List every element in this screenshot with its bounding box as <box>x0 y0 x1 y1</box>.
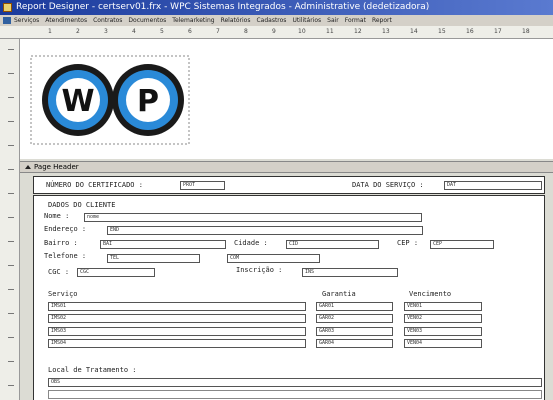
menu-item-cadastros[interactable]: Cadastros <box>256 17 286 24</box>
menu-item-relatorios[interactable]: Relatórios <box>221 17 251 24</box>
certificate-box: NÚMERO DO CERTIFICADO : PROT DATA DO SER… <box>33 176 545 194</box>
title-bar: Report Designer - certserv01.frx - WPC S… <box>0 0 553 15</box>
treatment-field-line[interactable] <box>48 390 542 399</box>
menu-item-telemarketing[interactable]: Telemarketing <box>172 17 214 24</box>
menu-item-sair[interactable]: Sair <box>327 17 339 24</box>
ruler-label: 17 <box>494 28 502 35</box>
vencimento-field[interactable]: VEN02 <box>404 314 482 323</box>
service-date-label: DATA DO SERVIÇO : <box>352 181 424 189</box>
certificate-number-field[interactable]: PROT <box>180 181 225 190</box>
cidade-field[interactable]: CID <box>286 240 379 249</box>
app-icon <box>3 3 12 12</box>
logo-letter-p: P <box>137 84 159 119</box>
cep-label: CEP : <box>397 239 419 247</box>
vencimento-field[interactable]: VEN01 <box>404 302 482 311</box>
servico-field[interactable]: IMS01 <box>48 302 306 311</box>
menu-item-report[interactable]: Report <box>372 17 392 24</box>
endereco-field[interactable]: END <box>107 226 423 235</box>
ruler-label: 2 <box>76 28 80 35</box>
garantia-field[interactable]: GAR02 <box>316 314 393 323</box>
telefone-field[interactable]: TEL <box>107 254 200 263</box>
ruler-label: 16 <box>466 28 474 35</box>
treatment-field[interactable]: OBS <box>48 378 542 387</box>
vertical-ruler <box>0 39 20 400</box>
logo-letter-w: W <box>61 84 94 119</box>
ruler-label: 6 <box>188 28 192 35</box>
servico-header: Serviço <box>48 290 78 298</box>
ruler-label: 9 <box>272 28 276 35</box>
ruler-label: 18 <box>522 28 530 35</box>
servico-field[interactable]: IMS03 <box>48 327 306 336</box>
wpc-logo[interactable]: W P <box>30 55 190 145</box>
servico-field[interactable]: IMS04 <box>48 339 306 348</box>
cgc-field[interactable]: CGC <box>77 268 155 277</box>
menu-item-atendimentos[interactable]: Atendimentos <box>45 17 87 24</box>
ruler-label: 4 <box>132 28 136 35</box>
vencimento-field[interactable]: VEN04 <box>404 339 482 348</box>
ruler-label: 13 <box>382 28 390 35</box>
nome-field[interactable]: nome <box>84 213 422 222</box>
menu-bar: Serviços Atendimentos Contratos Documentos T… <box>0 15 553 26</box>
horizontal-ruler: 1 2 3 4 5 6 7 8 9 10 11 12 13 14 15 16 1… <box>0 26 553 39</box>
menu-items: Serviços Atendimentos Contratos Documentos T… <box>14 15 398 26</box>
ruler-label: 3 <box>104 28 108 35</box>
menu-item-format[interactable]: Format <box>345 17 366 24</box>
garantia-header: Garantia <box>322 290 356 298</box>
ruler-label: 5 <box>160 28 164 35</box>
menu-item-utilitarios[interactable]: Utilitários <box>292 17 321 24</box>
garantia-field[interactable]: GAR01 <box>316 302 393 311</box>
vencimento-field[interactable]: VEN03 <box>404 327 482 336</box>
ruler-label: 10 <box>298 28 306 35</box>
telefone-field-2[interactable]: COM <box>227 254 320 263</box>
vencimento-header: Vencimento <box>409 290 452 298</box>
cidade-label: Cidade : <box>234 239 268 247</box>
ruler-label: 12 <box>354 28 362 35</box>
cep-field[interactable]: CEP <box>430 240 494 249</box>
service-date-field[interactable]: DAT <box>444 181 542 190</box>
window-title: Report Designer - certserv01.frx - WPC S… <box>16 2 430 12</box>
ruler-label: 11 <box>326 28 334 35</box>
page-header-band[interactable]: Page Header <box>20 161 553 173</box>
certificate-number-label: NÚMERO DO CERTIFICADO : <box>46 181 143 189</box>
bairro-field[interactable]: BAI <box>100 240 226 249</box>
inscricao-label: Inscrição : <box>236 266 283 274</box>
report-icon[interactable] <box>3 17 11 24</box>
menu-item-contratos[interactable]: Contratos <box>93 17 122 24</box>
inscricao-field[interactable]: INS <box>302 268 398 277</box>
ruler-label: 8 <box>244 28 248 35</box>
endereco-label: Endereço : <box>44 225 87 233</box>
treatment-label: Local de Tratamento : <box>48 366 137 374</box>
menu-item-documentos[interactable]: Documentos <box>128 17 166 24</box>
cgc-label: CGC : <box>48 268 70 276</box>
ruler-label: 1 <box>48 28 52 35</box>
nome-label: Nome : <box>44 212 70 220</box>
telefone-label: Telefone : <box>44 252 87 260</box>
bairro-label: Bairro : <box>44 239 78 247</box>
band-label: Page Header <box>34 163 79 171</box>
detail-band: DADOS DO CLIENTE Nome : nome Endereço : … <box>33 195 545 400</box>
ruler-label: 15 <box>438 28 446 35</box>
servico-field[interactable]: IMS02 <box>48 314 306 323</box>
garantia-field[interactable]: GAR03 <box>316 327 393 336</box>
garantia-field[interactable]: GAR04 <box>316 339 393 348</box>
ruler-label: 14 <box>410 28 418 35</box>
client-section-title: DADOS DO CLIENTE <box>48 201 116 209</box>
ruler-label: 7 <box>216 28 220 35</box>
menu-item-servicos[interactable]: Serviços <box>14 17 39 24</box>
